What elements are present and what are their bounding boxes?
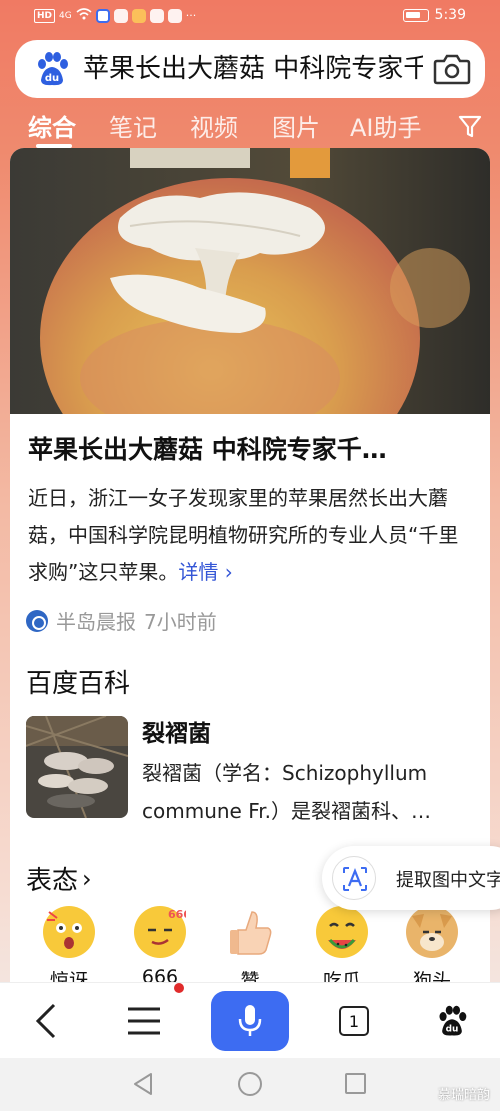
menu-icon [128, 1007, 160, 1035]
baidu-home-button[interactable]: du [422, 991, 482, 1051]
surprised-emoji-icon[interactable] [43, 906, 95, 958]
bottom-toolbar: 1 du [0, 982, 500, 1058]
article-hero-image[interactable] [10, 148, 490, 414]
watermark-text: 慕瑞暗韵 [437, 1088, 490, 1103]
details-link[interactable]: 详情 › [178, 560, 232, 584]
source-logo-icon [26, 609, 48, 632]
article-source: 半岛晨报 7小时前 [26, 606, 217, 635]
microphone-icon [238, 1005, 262, 1036]
watermark: 慕瑞暗韵 [438, 1084, 490, 1103]
baidu-paw-icon[interactable]: du [33, 50, 71, 88]
wifi-icon [76, 8, 92, 23]
baidu-paw-icon: du [439, 1005, 467, 1036]
search-query[interactable]: 苹果长出大蘑菇 中科院专家千里求购 [83, 52, 423, 86]
tab-images[interactable]: 图片 [272, 108, 320, 143]
doge-emoji-icon[interactable] [406, 906, 458, 958]
article-summary-text: 近日，浙江一女子发现家里的苹果居然长出大蘑菇，中国科学院昆明植物研究所的专业人员… [28, 486, 459, 584]
reactions-title-text: 表态 [26, 866, 79, 896]
baike-entry-description: 裂褶菌（学名：Schizophyllum commune Fr.）是裂褶菌科、… [142, 761, 432, 823]
article-title[interactable]: 苹果长出大蘑菇 中科院专家千… [28, 430, 472, 466]
baike-thumbnail[interactable] [26, 716, 128, 818]
camera-icon[interactable] [433, 52, 471, 86]
baidu-logo-text: du [446, 1025, 459, 1035]
network-indicator: 4G [59, 10, 72, 21]
text-recognition-icon [332, 856, 376, 900]
baidu-notification-icon-2 [149, 8, 164, 23]
notification-dot [174, 983, 184, 993]
hd-badge: HD [34, 8, 56, 23]
filter-icon[interactable] [458, 114, 484, 140]
extract-text-button[interactable]: 提取图中文字 [322, 846, 500, 910]
baidu-notification-icon-3 [167, 8, 182, 23]
chevron-left-icon [35, 1003, 56, 1039]
clock: 5:39 [434, 7, 466, 23]
article-summary: 近日，浙江一女子发现家里的苹果居然长出大蘑菇，中国科学院昆明植物研究所的专业人员… [28, 480, 472, 591]
baike-section-title: 百度百科 [26, 669, 131, 699]
status-left: HD 4G ··· [34, 8, 196, 23]
publish-time: 7小时前 [144, 610, 217, 634]
tab-notes[interactable]: 笔记 [109, 108, 157, 143]
baidu-notification-icon [113, 8, 128, 23]
baidu-logo-text: du [45, 73, 59, 84]
system-recents-icon[interactable] [345, 1073, 366, 1094]
system-home-icon[interactable] [238, 1072, 262, 1096]
system-back-icon[interactable] [132, 1072, 154, 1100]
source-name[interactable]: 半岛晨报 [56, 606, 136, 635]
status-right: 5:39 [402, 7, 466, 23]
thumbs-up-emoji-icon[interactable] [224, 906, 276, 958]
video-app-notification-icon [131, 8, 146, 23]
result-tabs: 综合 笔记 视频 图片 AI助手 [0, 104, 500, 148]
back-button[interactable] [16, 991, 76, 1051]
voice-search-button[interactable] [211, 991, 289, 1051]
reactions-section-title[interactable]: 表态 › [26, 860, 92, 897]
status-bar: HD 4G ··· 5:39 [0, 0, 500, 34]
tab-all[interactable]: 综合 [28, 108, 76, 143]
svg-text:666: 666 [168, 908, 186, 921]
tabs-button[interactable]: 1 [324, 991, 384, 1051]
tab-count: 1 [339, 1006, 369, 1036]
search-bar[interactable]: du 苹果长出大蘑菇 中科院专家千里求购 [15, 40, 485, 98]
six-six-six-emoji-icon[interactable]: 666 [134, 906, 191, 958]
chevron-right-icon: › [82, 864, 92, 893]
eating-melon-emoji-icon[interactable] [316, 906, 368, 958]
more-notifications: ··· [185, 9, 197, 22]
system-navigation-bar: 慕瑞暗韵 [0, 1058, 500, 1111]
baike-entry-name[interactable]: 裂褶菌 [142, 714, 211, 748]
battery-icon [402, 8, 429, 22]
app-notification-icon [95, 8, 110, 23]
tab-videos[interactable]: 视频 [190, 108, 238, 143]
menu-button[interactable] [114, 991, 174, 1051]
tab-ai-assistant[interactable]: AI助手 [350, 108, 422, 143]
extract-text-label: 提取图中文字 [396, 870, 500, 891]
